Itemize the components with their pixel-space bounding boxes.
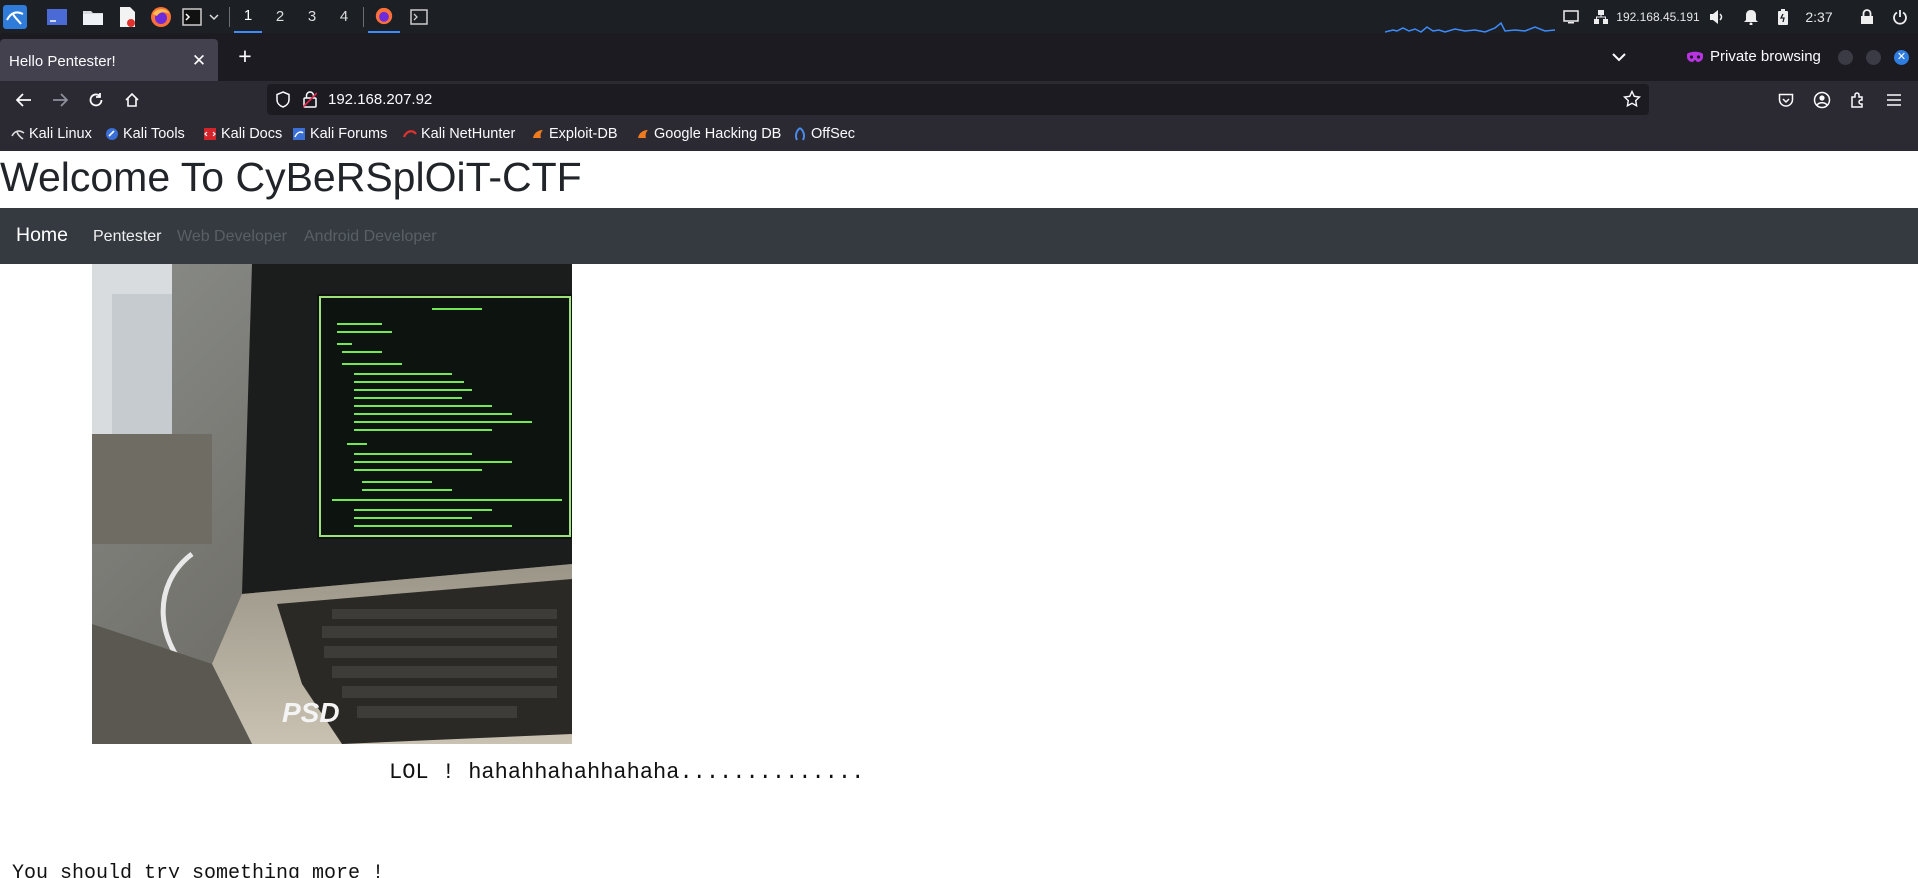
try-more-text: You should try something more ! [12, 862, 385, 878]
kali-nethunter-icon [403, 130, 417, 138]
shield-icon[interactable] [275, 91, 291, 113]
bookmark-offsec[interactable]: OffSec [793, 126, 855, 142]
workspace-4[interactable]: 4 [330, 0, 358, 33]
kali-dragon-icon [11, 130, 25, 140]
exploit-db-icon [533, 130, 543, 138]
bookmarks-toolbar: Kali Linux Kali Tools Kali Docs Kali For… [0, 119, 1918, 151]
workspace-1[interactable]: 1 [234, 0, 262, 33]
list-all-tabs-icon[interactable] [1608, 46, 1630, 68]
page-heading: Welcome To CyBeRSplOiT-CTF [0, 154, 582, 200]
firefox-icon[interactable] [148, 0, 174, 33]
bookmark-label: Kali Linux [29, 126, 92, 142]
close-tab-icon[interactable]: ✕ [189, 51, 209, 71]
bookmark-google-hacking-db[interactable]: Google Hacking DB [636, 126, 781, 142]
kali-menu-icon[interactable] [2, 0, 28, 33]
bookmark-label: Kali NetHunter [421, 126, 516, 142]
lock-icon[interactable] [1856, 0, 1878, 33]
bookmark-kali-forums[interactable]: Kali Forums [292, 126, 387, 142]
maximize-window-icon[interactable] [1866, 50, 1881, 65]
bookmark-kali-docs[interactable]: Kali Docs [203, 126, 282, 142]
terminal-icon[interactable] [180, 0, 204, 33]
bookmark-label: Exploit-DB [549, 126, 618, 142]
back-icon[interactable] [12, 88, 36, 112]
bookmark-star-icon[interactable] [1622, 89, 1642, 113]
tab-strip: Hello Pentester! ✕ + Private browsing ✕ [0, 33, 1918, 83]
lol-text: LOL ! hahahhahahhahaha.............. [389, 760, 865, 785]
forward-icon[interactable] [48, 88, 72, 112]
close-window-icon[interactable]: ✕ [1894, 50, 1909, 65]
battery-icon[interactable] [1772, 0, 1794, 33]
tab-title: Hello Pentester! [9, 52, 116, 70]
tab-active[interactable]: Hello Pentester! ✕ [0, 39, 218, 83]
menu-hamburger-icon[interactable] [1882, 88, 1906, 112]
bookmark-label: OffSec [811, 126, 856, 142]
ghdb-icon [638, 130, 648, 138]
pocket-icon[interactable] [1774, 88, 1798, 112]
workspace-2[interactable]: 2 [266, 0, 294, 33]
extensions-icon[interactable] [1846, 88, 1870, 112]
firefox-window-icon[interactable] [368, 0, 400, 33]
nav-brand-home[interactable]: Home [16, 224, 68, 247]
home-icon[interactable] [120, 88, 144, 112]
notification-bell-icon[interactable] [1740, 0, 1762, 33]
private-browsing-label: Private browsing [1710, 48, 1821, 65]
top-panel: 1 2 3 4 192.168.45.191 2:37 [0, 0, 1918, 33]
monitor-icon[interactable] [1560, 0, 1582, 33]
nav-link-web-developer[interactable]: Web Developer [177, 228, 287, 246]
not-secure-lock-icon[interactable] [302, 91, 318, 113]
reload-icon[interactable] [84, 88, 108, 112]
bookmark-label: Google Hacking DB [654, 126, 782, 142]
chevron-down-icon[interactable] [206, 0, 222, 33]
site-navbar: Home Pentester Web Developer Android Dev… [0, 208, 1918, 264]
offsec-icon [795, 127, 805, 141]
file-manager-icon[interactable] [80, 0, 106, 33]
psd-watermark: PSD [282, 697, 340, 728]
bookmark-label: Kali Tools [123, 126, 185, 142]
kali-tools-icon [106, 128, 118, 140]
cpu-graph [1385, 0, 1555, 33]
nav-link-android-developer[interactable]: Android Developer [304, 228, 437, 246]
bookmark-kali-linux[interactable]: Kali Linux [11, 126, 92, 142]
nav-link-pentester[interactable]: Pentester [93, 228, 161, 246]
text-editor-icon[interactable] [114, 0, 140, 33]
bookmark-label: Kali Forums [310, 126, 388, 142]
minimize-window-icon[interactable] [1838, 50, 1853, 65]
volume-icon[interactable] [1706, 0, 1728, 33]
bookmark-label: Kali Docs [221, 126, 283, 142]
url-text[interactable]: 192.168.207.92 [328, 91, 432, 108]
power-icon[interactable] [1889, 0, 1911, 33]
bookmark-kali-tools[interactable]: Kali Tools [105, 126, 185, 142]
kali-forums-icon [293, 128, 305, 140]
clock[interactable]: 2:37 [1800, 0, 1838, 33]
terminal-window-icon[interactable] [406, 0, 432, 33]
ip-address: 192.168.45.191 [1616, 9, 1700, 24]
bookmark-kali-nethunter[interactable]: Kali NetHunter [403, 126, 515, 142]
laptop-code-image: PSD [92, 264, 572, 744]
bookmark-exploit-db[interactable]: Exploit-DB [531, 126, 618, 142]
private-mask-icon [1687, 51, 1703, 62]
network-icon[interactable] [1591, 0, 1611, 33]
url-bar[interactable]: 192.168.207.92 [267, 84, 1649, 115]
private-browsing-indicator: Private browsing [1686, 48, 1821, 65]
workspace-3[interactable]: 3 [298, 0, 326, 33]
new-tab-button[interactable]: + [234, 45, 256, 68]
navigation-toolbar: 192.168.207.92 [0, 81, 1918, 119]
kali-docs-icon [204, 128, 216, 140]
page-content: Welcome To CyBeRSplOiT-CTF Home Penteste… [0, 151, 1918, 878]
show-desktop-icon[interactable] [44, 0, 70, 33]
account-icon[interactable] [1810, 88, 1834, 112]
